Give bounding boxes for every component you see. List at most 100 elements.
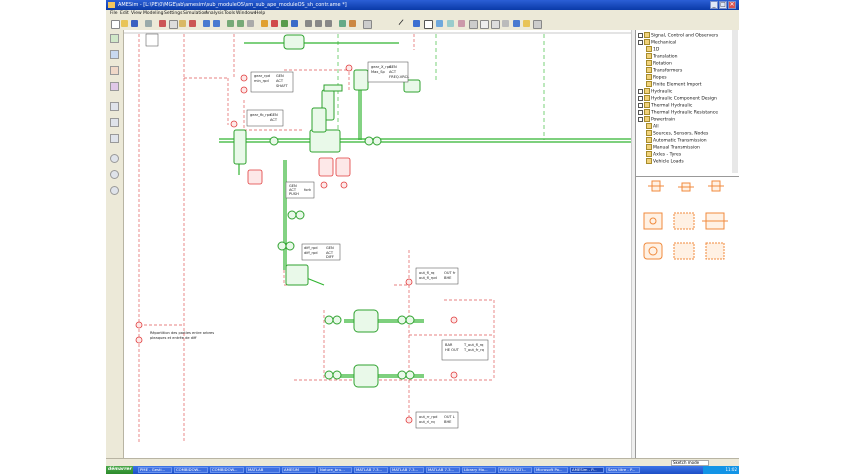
taskbar-item[interactable]: Library Mo... [462,467,496,473]
taskbar-item[interactable]: COMBIDOW... [174,467,208,473]
pan-icon[interactable] [110,170,119,179]
taskbar-item[interactable]: MATLAB 7.3... [354,467,388,473]
menu-modeling[interactable]: Modeling [143,10,163,18]
grid-snap-icon[interactable] [110,102,119,111]
zoom-icon[interactable] [110,186,119,195]
parameter-mode-icon[interactable] [281,20,288,27]
start-button[interactable]: démarrer [106,466,133,474]
simulation-mode-icon[interactable] [291,20,298,27]
rotate-icon[interactable] [227,20,234,27]
delete-icon[interactable] [189,20,196,27]
layer-icon[interactable] [110,134,119,143]
taskbar-item[interactable]: AMESIM [282,467,316,473]
palette-component-icon[interactable] [708,180,724,192]
taskbar-item[interactable]: Microsoft Po... [534,467,568,473]
text-tool-icon[interactable] [424,20,433,29]
taskbar-item[interactable]: MATLAB 7.3... [426,467,460,473]
component-icon[interactable] [110,34,119,43]
label-icon[interactable] [480,20,489,29]
palette-component-icon[interactable] [643,212,663,230]
print-icon[interactable] [145,20,152,27]
palette-component-icon[interactable] [673,212,695,230]
palette-component-icon[interactable] [705,242,725,260]
run-icon[interactable] [339,20,346,27]
taskbar-item[interactable]: MATLAB [246,467,280,473]
sketch-canvas[interactable]: gear_rpd min_rpd GEN ACT SHAFT gear_fb_r… [124,30,631,455]
table-icon[interactable] [491,20,500,29]
rotate-view-icon[interactable] [110,154,119,163]
tree-item[interactable]: Thermal Hydraulic [638,102,692,109]
tree-item[interactable]: Hydraulic Component Design [638,95,717,102]
options-icon[interactable] [533,20,542,29]
sketch-mode-icon[interactable] [261,20,268,27]
tree-item[interactable]: Automatic Transmission [646,137,707,144]
rectangle-tool-icon[interactable] [447,20,454,27]
supercomponent-icon[interactable] [110,82,119,91]
taskbar-item[interactable]: PME - Gesti... [138,467,172,473]
palette-component-icon[interactable] [673,242,695,260]
save-icon[interactable] [131,20,138,27]
tree-item[interactable]: Translation [646,53,678,60]
taskbar-item[interactable]: Nature_bru... [318,467,352,473]
menu-file[interactable]: File [110,10,118,18]
taskbar-item-active[interactable]: AMESim - P... [570,467,604,473]
stop-icon[interactable] [349,20,356,27]
new-file-icon[interactable] [111,20,120,29]
menu-simulation[interactable]: Simulation [183,10,207,18]
taskbar-item[interactable]: Sans titre - P... [606,467,640,473]
menu-analysis[interactable]: Analysis [205,10,224,18]
zoom-fit-icon[interactable] [325,20,332,27]
maximize-button[interactable]: □ [719,1,727,9]
palette-component-icon[interactable] [702,212,728,230]
mirror-icon[interactable] [237,20,244,27]
submodel-mode-icon[interactable] [271,20,278,27]
menu-tools[interactable]: Tools [224,10,235,18]
undo-icon[interactable] [203,20,210,27]
connect-icon[interactable] [110,66,119,75]
paste-icon[interactable] [179,20,186,27]
tree-scrollbar[interactable] [732,30,738,173]
tree-item[interactable]: Transformers [646,67,682,74]
menu-windows[interactable]: Windows [236,10,256,18]
ellipse-tool-icon[interactable] [458,20,465,27]
menu-edit[interactable]: Edit [120,10,129,18]
align-icon[interactable] [247,20,254,27]
tree-item[interactable]: Ropes [646,74,667,81]
tree-item[interactable]: Hydraulic [638,88,672,95]
tree-item[interactable]: Axles - Tyres [646,151,681,158]
tree-item[interactable]: Sources, Sensors, Nodes [646,130,708,137]
line-tool-icon[interactable] [398,19,407,28]
tree-item[interactable]: Signal, Control and Observers [638,32,718,39]
library-icon[interactable] [502,20,509,27]
python-icon[interactable] [523,20,530,27]
tree-item[interactable]: Vehicle Loads [646,158,684,165]
open-folder-icon[interactable] [121,20,128,27]
plot-icon[interactable] [363,20,372,29]
grid-icon[interactable] [469,20,478,29]
tree-item[interactable]: Powertrain [638,116,675,123]
palette-component-icon[interactable] [643,242,663,260]
tree-item[interactable]: All [646,123,659,130]
copy-icon[interactable] [169,20,178,29]
tree-item[interactable]: Finite Element Import [646,81,702,88]
port-icon[interactable] [110,118,119,127]
cut-icon[interactable] [159,20,166,27]
taskbar-item[interactable]: COMBIDOW... [210,467,244,473]
redo-icon[interactable] [213,20,220,27]
palette-component-icon[interactable] [678,182,694,192]
help-icon[interactable] [513,20,520,27]
menu-settings[interactable]: Settings [164,10,182,18]
tree-item[interactable]: Manual Transmission [646,144,700,151]
tree-item[interactable]: Rotation [646,60,672,67]
taskbar-item[interactable]: MATLAB 7.3... [390,467,424,473]
tree-item[interactable]: Mechanical [638,39,676,46]
tree-item[interactable]: 1D [646,46,659,53]
image-tool-icon[interactable] [436,20,443,27]
zoom-out-icon[interactable] [315,20,322,27]
menu-view[interactable]: View [131,10,142,18]
close-button[interactable]: ✕ [728,1,736,9]
minimize-button[interactable]: _ [710,1,718,9]
tree-item[interactable]: Thermal Hydraulic Resistance [638,109,718,116]
line-icon[interactable] [110,50,119,59]
info-icon[interactable] [413,20,420,27]
